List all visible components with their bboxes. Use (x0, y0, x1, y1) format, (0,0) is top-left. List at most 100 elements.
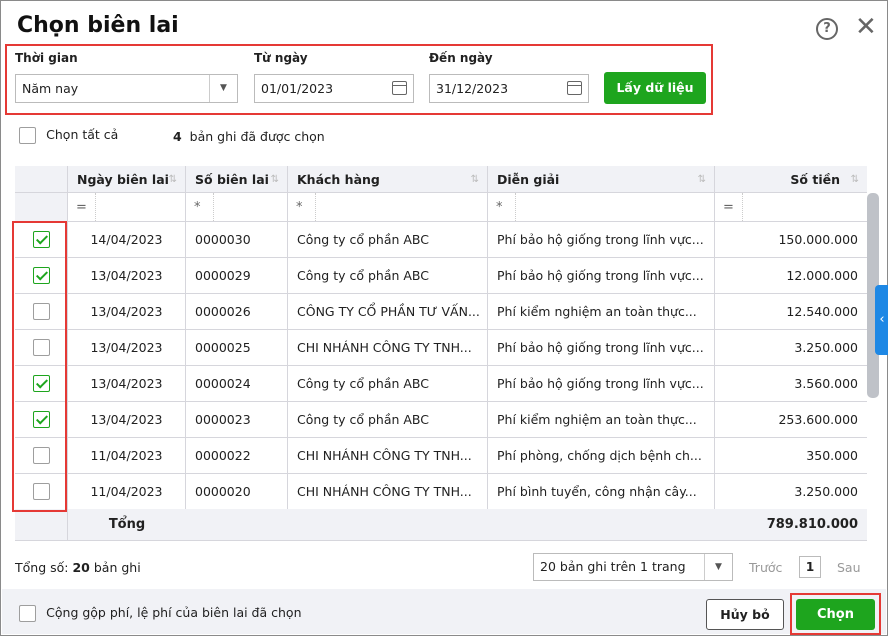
chevron-down-icon[interactable]: ▼ (209, 75, 237, 102)
calendar-icon[interactable] (392, 81, 407, 95)
sort-icon: ⇅ (697, 173, 706, 185)
column-header-date[interactable]: Ngày biên lai ⇅ (68, 166, 186, 192)
dialog-title: Chọn biên lai (17, 13, 179, 38)
cell-number: 0000020 (186, 474, 288, 509)
cell-customer: CÔNG TY CỔ PHẦN TƯ VẤN... (288, 294, 488, 329)
close-icon[interactable]: ✕ (855, 13, 877, 41)
period-value: Năm nay (22, 81, 79, 96)
filter-customer[interactable]: * (288, 193, 488, 221)
column-header-number[interactable]: Số biên lai ⇅ (186, 166, 288, 192)
sort-icon: ⇅ (270, 173, 279, 185)
cell-amount: 350.000 (806, 448, 858, 463)
column-header-customer[interactable]: Khách hàng ⇅ (288, 166, 488, 192)
cell-customer: CHI NHÁNH CÔNG TY TNH... (288, 438, 488, 473)
table-row[interactable]: 13/04/2023 0000023 Công ty cổ phần ABC P… (15, 402, 867, 438)
cell-description: Phí bình tuyển, công nhận cây... (488, 474, 715, 509)
fetch-data-button[interactable]: Lấy dữ liệu (604, 72, 706, 104)
cell-date: 14/04/2023 (68, 222, 186, 257)
cell-date: 13/04/2023 (68, 294, 186, 329)
cell-description: Phí bảo hộ giống trong lĩnh vực... (488, 222, 715, 257)
cell-amount: 3.560.000 (794, 376, 858, 391)
from-date-input[interactable]: 01/01/2023 (254, 74, 414, 103)
table-row[interactable]: 11/04/2023 0000020 CHI NHÁNH CÔNG TY TNH… (15, 474, 867, 510)
cell-description: Phí kiểm nghiệm an toàn thực... (488, 294, 715, 329)
merge-fees-checkbox[interactable]: Cộng gộp phí, lệ phí của biên lai đã chọ… (19, 605, 302, 622)
cell-date: 11/04/2023 (68, 474, 186, 509)
choose-button[interactable]: Chọn (796, 599, 875, 630)
page-number[interactable]: 1 (799, 556, 821, 578)
calendar-icon[interactable] (567, 81, 582, 95)
table-row[interactable]: 11/04/2023 0000022 CHI NHÁNH CÔNG TY TNH… (15, 438, 867, 474)
cell-amount: 150.000.000 (778, 232, 858, 247)
cell-description: Phí kiểm nghiệm an toàn thực... (488, 402, 715, 437)
select-all-label: Chọn tất cả (46, 127, 119, 142)
cell-customer: Công ty cổ phần ABC (288, 366, 488, 401)
side-panel-toggle[interactable]: ‹ (875, 285, 888, 355)
cell-amount: 12.540.000 (786, 304, 858, 319)
cell-number: 0000025 (186, 330, 288, 365)
page-size-select[interactable]: 20 bản ghi trên 1 trang ▼ (533, 553, 733, 581)
cell-description: Phí bảo hộ giống trong lĩnh vực... (488, 366, 715, 401)
chevron-down-icon[interactable]: ▼ (704, 554, 732, 580)
filter-date[interactable]: = (68, 193, 186, 221)
column-header-description[interactable]: Diễn giải ⇅ (488, 166, 715, 192)
selection-highlight (12, 221, 67, 512)
cell-date: 13/04/2023 (68, 402, 186, 437)
help-icon[interactable]: ? (816, 18, 838, 40)
cell-description: Phí bảo hộ giống trong lĩnh vực... (488, 258, 715, 293)
next-page-button[interactable]: Sau (837, 560, 861, 575)
filter-description[interactable]: * (488, 193, 715, 221)
cell-number: 0000026 (186, 294, 288, 329)
table-row[interactable]: 13/04/2023 0000029 Công ty cổ phần ABC P… (15, 258, 867, 294)
cell-date: 11/04/2023 (68, 438, 186, 473)
cell-customer: Công ty cổ phần ABC (288, 258, 488, 293)
select-receipt-dialog: Chọn biên lai ? ✕ Thời gian Năm nay ▼ Từ … (0, 0, 888, 636)
from-date-value: 01/01/2023 (261, 81, 334, 96)
table-row[interactable]: 13/04/2023 0000025 CHI NHÁNH CÔNG TY TNH… (15, 330, 867, 366)
cell-description: Phí phòng, chống dịch bệnh ch... (488, 438, 715, 473)
cell-amount: 12.000.000 (786, 268, 858, 283)
filter-row: = * * * = (15, 193, 867, 222)
merge-fees-label: Cộng gộp phí, lệ phí của biên lai đã chọ… (46, 605, 302, 620)
cell-number: 0000023 (186, 402, 288, 437)
cell-amount: 3.250.000 (794, 340, 858, 355)
select-all-checkbox[interactable]: Chọn tất cả (19, 127, 118, 144)
to-date-input[interactable]: 31/12/2023 (429, 74, 589, 103)
total-row: Tổng 789.810.000 (15, 509, 867, 541)
column-header-amount[interactable]: Số tiền ⇅ (715, 166, 867, 192)
cell-number: 0000024 (186, 366, 288, 401)
period-label: Thời gian (15, 51, 78, 65)
cell-number: 0000022 (186, 438, 288, 473)
total-label: Tổng (108, 517, 146, 532)
sort-icon: ⇅ (850, 173, 859, 185)
period-select[interactable]: Năm nay ▼ (15, 74, 238, 103)
cell-customer: CHI NHÁNH CÔNG TY TNH... (288, 330, 488, 365)
table-row[interactable]: 14/04/2023 0000030 Công ty cổ phần ABC P… (15, 222, 867, 258)
page-size-value: 20 bản ghi trên 1 trang (540, 559, 686, 574)
filter-amount[interactable]: = (715, 193, 867, 221)
table-header: Ngày biên lai ⇅ Số biên lai ⇅ Khách hàng ⇅ … (15, 166, 867, 221)
cell-date: 13/04/2023 (68, 366, 186, 401)
to-label: Đến ngày (429, 51, 493, 65)
table-row[interactable]: 13/04/2023 0000024 Công ty cổ phần ABC P… (15, 366, 867, 402)
to-date-value: 31/12/2023 (436, 81, 509, 96)
selected-count: 4 bản ghi đã được chọn (173, 129, 325, 144)
cell-number: 0000030 (186, 222, 288, 257)
table-row[interactable]: 13/04/2023 0000026 CÔNG TY CỔ PHẦN TƯ VẤ… (15, 294, 867, 330)
cell-customer: CHI NHÁNH CÔNG TY TNH... (288, 474, 488, 509)
cell-date: 13/04/2023 (68, 330, 186, 365)
sort-icon: ⇅ (168, 173, 177, 185)
cell-amount: 253.600.000 (778, 412, 858, 427)
total-amount: 789.810.000 (766, 517, 858, 532)
prev-page-button[interactable]: Trước (749, 560, 782, 575)
record-summary: Tổng số: 20 bản ghi (15, 560, 141, 575)
cell-date: 13/04/2023 (68, 258, 186, 293)
cell-number: 0000029 (186, 258, 288, 293)
cell-customer: Công ty cổ phần ABC (288, 402, 488, 437)
cancel-button[interactable]: Hủy bỏ (706, 599, 784, 630)
cell-description: Phí bảo hộ giống trong lĩnh vực... (488, 330, 715, 365)
cell-customer: Công ty cổ phần ABC (288, 222, 488, 257)
filter-number[interactable]: * (186, 193, 288, 221)
sort-icon: ⇅ (470, 173, 479, 185)
filter-spacer (15, 193, 68, 221)
